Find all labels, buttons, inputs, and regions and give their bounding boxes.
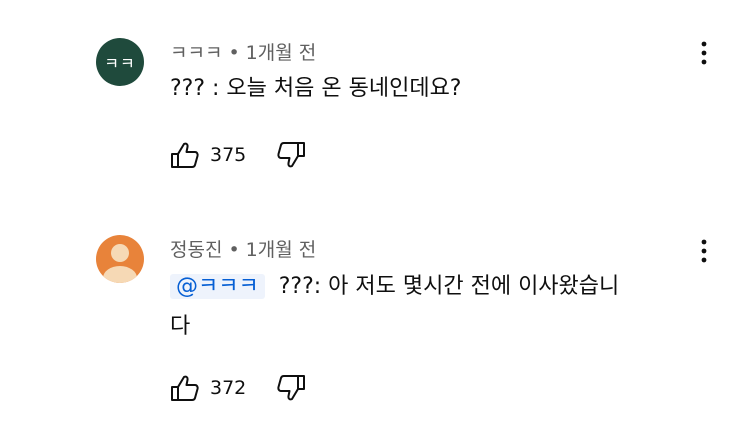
comment-meta: 정동진 • 1개월 전 xyxy=(170,235,316,262)
like-count: 375 xyxy=(210,144,247,166)
avatar-head xyxy=(111,244,129,262)
comment-time[interactable]: 1개월 전 xyxy=(246,239,317,261)
comment-time[interactable]: 1개월 전 xyxy=(246,42,317,64)
more-vert-icon[interactable] xyxy=(692,237,716,265)
comment-text-continued: 다 xyxy=(170,310,190,344)
comment-actions: 372 xyxy=(170,372,306,404)
avatar[interactable] xyxy=(96,235,144,283)
thumbs-down-icon[interactable] xyxy=(276,141,306,169)
more-vert-icon[interactable] xyxy=(692,39,716,67)
comment-author[interactable]: ㅋㅋㅋ xyxy=(170,42,222,64)
thumbs-down-icon[interactable] xyxy=(276,374,306,402)
comment-text: @ㅋㅋㅋ ???: 아 저도 몇시간 전에 이사왔습니 xyxy=(170,270,619,304)
avatar-initials: ㅋㅋ xyxy=(104,54,136,73)
like-count: 372 xyxy=(210,377,247,399)
comment-text-line: 다 xyxy=(170,314,191,339)
comment-actions: 375 xyxy=(170,139,306,171)
meta-separator: • xyxy=(228,42,240,64)
thumbs-up-icon[interactable] xyxy=(170,374,200,402)
avatar-shoulders xyxy=(103,266,137,283)
avatar[interactable]: ㅋㅋ xyxy=(96,38,144,86)
comment-text: ??? : 오늘 처음 온 동네인데요? xyxy=(170,72,462,106)
comment-author[interactable]: 정동진 xyxy=(170,239,222,261)
mention-link[interactable]: @ㅋㅋㅋ xyxy=(170,274,265,299)
comment-text-line: ???: 아 저도 몇시간 전에 이사왔습니 xyxy=(278,274,620,299)
thumbs-up-icon[interactable] xyxy=(170,141,200,169)
comment-text-line: ??? : 오늘 처음 온 동네인데요? xyxy=(170,76,462,101)
comment-meta: ㅋㅋㅋ • 1개월 전 xyxy=(170,38,316,65)
meta-separator: • xyxy=(228,239,240,261)
